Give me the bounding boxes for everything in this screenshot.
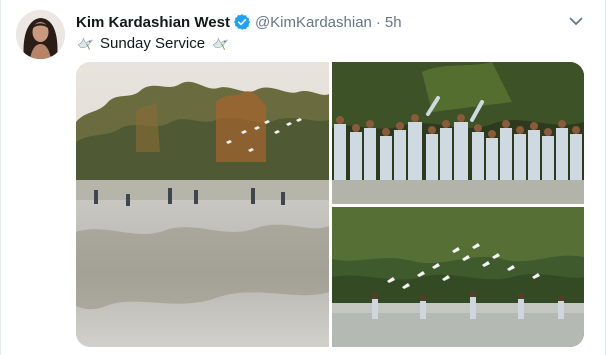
tweet-card[interactable]: Kim Kardashian West @KimKardashian · 5h … xyxy=(0,0,606,355)
tweet-header: Kim Kardashian West @KimKardashian · 5h xyxy=(76,12,402,32)
photo-choir-crowd[interactable] xyxy=(332,62,584,204)
avatar-image xyxy=(16,10,65,59)
author-handle[interactable]: @KimKardashian xyxy=(255,14,372,31)
tweet-text-body: Sunday Service xyxy=(100,34,206,52)
dove-icon xyxy=(76,34,94,52)
tweet-timestamp[interactable]: 5h xyxy=(385,14,402,31)
verified-badge-icon xyxy=(233,13,251,31)
separator-dot: · xyxy=(375,13,381,31)
photo-lake-mist[interactable] xyxy=(76,62,329,347)
chevron-down-icon[interactable] xyxy=(566,11,586,31)
tweet-text: Sunday Service xyxy=(76,33,229,53)
photo-birds-water[interactable] xyxy=(332,207,584,347)
media-grid xyxy=(76,62,584,347)
dove-icon xyxy=(211,34,229,52)
author-name[interactable]: Kim Kardashian West xyxy=(76,14,230,31)
avatar[interactable] xyxy=(16,10,65,59)
